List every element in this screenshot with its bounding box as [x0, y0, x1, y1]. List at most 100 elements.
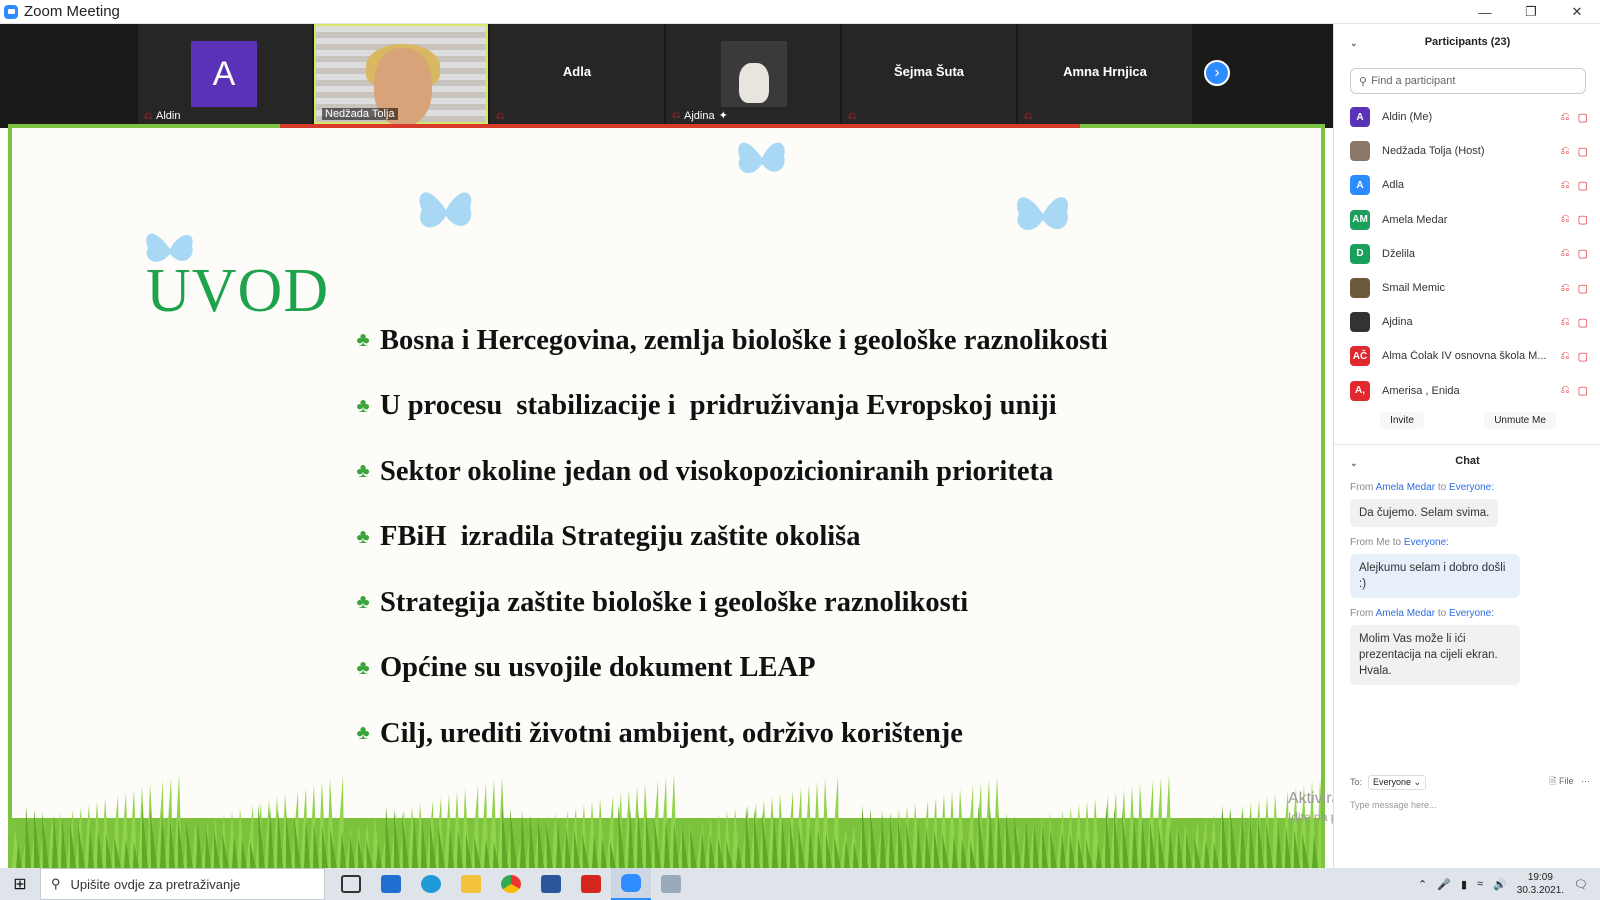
paint-app-icon[interactable] — [651, 868, 691, 900]
bullet-text: Sektor okoline jedan od visokopozicionir… — [380, 455, 1054, 487]
more-options-icon[interactable]: ⋯ — [1581, 776, 1590, 786]
task-view-icon[interactable] — [331, 868, 371, 900]
slide-bullet: ♣ U procesu stabilizacije i pridruživanja… — [352, 374, 1108, 440]
recipient-select[interactable]: Everyone ⌄ — [1368, 774, 1427, 790]
window-title: Zoom Meeting — [24, 3, 120, 20]
video-tile[interactable]: Šejma Šuta ⎌ — [842, 24, 1016, 124]
video-tile[interactable]: A ⎌ Aldin — [138, 24, 312, 124]
slide-bullet: ♣ Bosna i Hercegovina, zemlja biološke i … — [352, 308, 1108, 374]
chat-recipient[interactable]: Everyone: — [1449, 608, 1494, 619]
tile-name: Ajdina — [684, 109, 715, 122]
chat-title: Chat — [1455, 455, 1480, 467]
zoom-app-icon[interactable] — [611, 868, 651, 900]
clover-bullet-icon: ♣ — [356, 460, 370, 483]
collapse-chevron-icon[interactable]: ⌄ — [1350, 38, 1358, 49]
recipient-value: Everyone — [1373, 776, 1412, 787]
tile-name: Adla — [562, 64, 592, 79]
file-explorer-icon[interactable] — [451, 868, 491, 900]
chat-to-word: to — [1437, 608, 1447, 619]
invite-button[interactable]: Invite — [1380, 412, 1424, 429]
next-page-button[interactable]: › — [1204, 60, 1230, 86]
chat-sender[interactable]: Amela Medar — [1376, 482, 1435, 493]
tile-name: Šejma Šuta — [893, 64, 965, 79]
participant-search-input[interactable]: ⚲ Find a participant — [1350, 68, 1586, 94]
wifi-icon[interactable]: ≈ — [1477, 878, 1483, 890]
video-off-icon: ▢ — [1577, 111, 1588, 124]
participant-row[interactable]: A Aldin (Me) ⎌ ▢ — [1350, 100, 1588, 134]
to-label: To: — [1350, 776, 1363, 787]
chrome-browser-icon[interactable] — [491, 868, 531, 900]
video-tile[interactable]: Adla ⎌ — [490, 24, 664, 124]
video-off-icon: ▢ — [1577, 350, 1588, 363]
muted-mic-icon: ⎌ — [1560, 178, 1570, 191]
chat-sender[interactable]: Amela Medar — [1376, 608, 1435, 619]
grass-decoration — [12, 774, 1321, 868]
taskbar-search-input[interactable]: ⚲ Upišite ovdje za pretraživanje — [40, 868, 325, 900]
participant-name: Amerisa , Enida — [1382, 384, 1460, 397]
participant-name: Amela Medar — [1382, 213, 1448, 226]
profile-photo — [721, 41, 787, 107]
participant-row[interactable]: AČ Alma Čolak IV osnovna škola M... ⎌ ▢ — [1350, 339, 1588, 373]
muted-mic-icon: ⎌ — [496, 111, 504, 122]
slide-bullet: ♣ Strategija zaštite biološke i geološke … — [352, 570, 1108, 636]
video-tile[interactable]: ⎌ Ajdina ✦ — [666, 24, 840, 124]
clover-bullet-icon: ♣ — [356, 656, 370, 679]
muted-mic-icon: ⎌ — [144, 110, 152, 122]
microphone-icon[interactable]: 🎤 — [1437, 878, 1451, 891]
restore-button[interactable]: ❐ — [1508, 0, 1554, 24]
avatar — [1350, 141, 1370, 162]
unmute-me-button[interactable]: Unmute Me — [1484, 412, 1556, 429]
participant-row[interactable]: AM Amela Medar ⎌ ▢ — [1350, 203, 1588, 237]
video-off-icon: ▢ — [1577, 248, 1588, 261]
avatar: A — [191, 41, 257, 107]
bullet-text: Bosna i Hercegovina, zemlja biološke i g… — [380, 324, 1108, 356]
participant-row[interactable]: A Adla ⎌ ▢ — [1350, 168, 1588, 202]
chat-recipient[interactable]: Everyone: — [1449, 482, 1494, 493]
video-tile[interactable]: Amna Hrnjica ⎌ — [1018, 24, 1192, 124]
notifications-icon[interactable]: 🗨 — [1574, 878, 1588, 891]
speaker-icon[interactable]: 🔊 — [1493, 878, 1507, 891]
participant-row[interactable]: A, Amerisa , Enida ⎌ ▢ — [1350, 374, 1588, 408]
file-button[interactable]: File — [1559, 776, 1574, 786]
video-off-icon: ▢ — [1577, 316, 1588, 329]
participant-row[interactable]: Ajdina ⎌ ▢ — [1350, 305, 1588, 339]
muted-mic-icon: ⎌ — [1560, 213, 1570, 226]
close-button[interactable]: ✕ — [1554, 0, 1600, 24]
video-tile-active-speaker[interactable]: Nedžada Tolja — [314, 24, 488, 126]
participant-row[interactable]: D Dželila ⎌ ▢ — [1350, 237, 1588, 271]
avatar: A — [1350, 107, 1370, 128]
pinned-icon: ✦ — [718, 110, 728, 122]
muted-mic-icon: ⎌ — [848, 111, 856, 122]
clock[interactable]: 19:09 30.3.2021. — [1517, 871, 1564, 897]
windows-start-icon[interactable]: ⊞ — [0, 868, 40, 900]
participant-row[interactable]: Smail Memic ⎌ ▢ — [1350, 271, 1588, 305]
butterfly-icon — [419, 192, 472, 228]
muted-mic-icon: ⎌ — [1024, 111, 1032, 122]
avatar: A — [1350, 175, 1370, 196]
minimize-button[interactable]: — — [1462, 0, 1508, 24]
chat-from-prefix: From Me — [1350, 537, 1390, 548]
muted-mic-icon: ⎌ — [1560, 247, 1570, 260]
shared-screen-slide: UVOD ♣ Bosna i Hercegovina, zemlja biološ… — [8, 128, 1325, 868]
slide-bullet: ♣ Cilj, urediti životni ambijent, održivo… — [352, 701, 1108, 767]
chat-compose: To: Everyone ⌄ 🗎 File ⋯ Type message here… — [1350, 774, 1590, 810]
chat-recipient[interactable]: Everyone: — [1404, 537, 1449, 548]
avatar — [1350, 312, 1370, 333]
bullet-text: Strategija zaštite biološke i geološke r… — [380, 586, 969, 618]
battery-icon[interactable]: ▮ — [1461, 878, 1467, 891]
video-off-icon: ▢ — [1577, 282, 1588, 295]
clock-time: 19:09 — [1527, 872, 1553, 883]
pdf-reader-icon[interactable] — [571, 868, 611, 900]
participant-row[interactable]: Nedžada Tolja (Host) ⎌ ▢ — [1350, 134, 1588, 168]
slide-bullet: ♣ Općine su usvojile dokument LEAP — [352, 636, 1108, 702]
video-strip: A ⎌ Aldin Nedžada Tolja Adla ⎌ ⎌ Ajdina ✦ Š… — [0, 24, 1333, 128]
tray-chevron-icon[interactable]: ⌃ — [1418, 878, 1427, 891]
participant-name: Nedžada Tolja (Host) — [1382, 145, 1485, 158]
edge-browser-icon[interactable] — [411, 868, 451, 900]
chat-input[interactable]: Type message here... — [1350, 800, 1590, 810]
word-app-icon[interactable] — [531, 868, 571, 900]
collapse-chevron-icon[interactable]: ⌄ — [1350, 458, 1358, 469]
search-placeholder: Find a participant — [1371, 75, 1456, 87]
slide-bullet: ♣ FBiH izradila Strategiju zaštite okoliš… — [352, 505, 1108, 571]
mail-app-icon[interactable] — [371, 868, 411, 900]
